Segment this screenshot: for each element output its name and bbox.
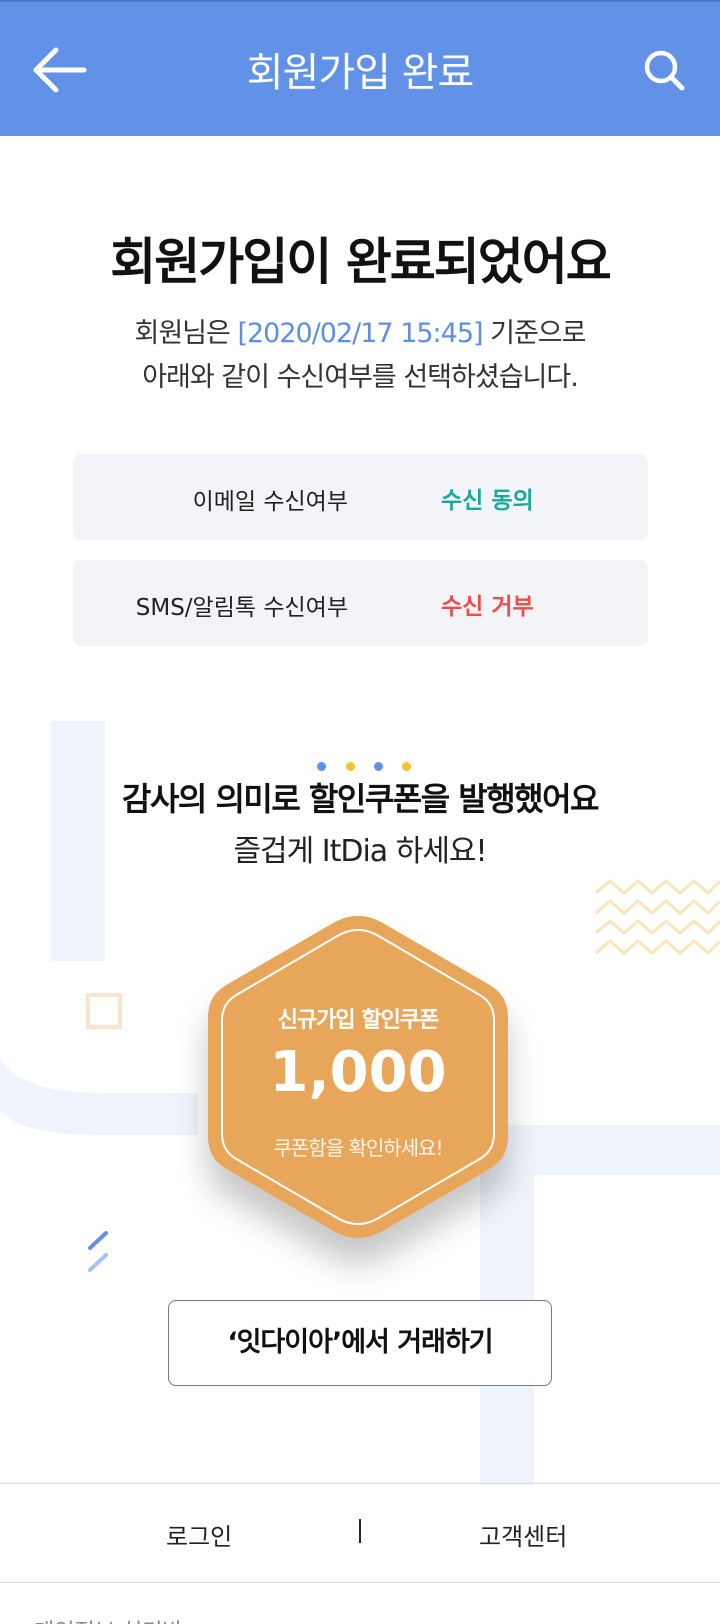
consent-description: 아래와 같이 수신여부를 선택하셨습니다.: [142, 362, 579, 393]
footer-divider-top: [0, 1483, 720, 1484]
top-app-bar: 회원가입 완료: [0, 0, 720, 136]
footer-separator: [359, 1519, 361, 1543]
decor-dot: [317, 762, 326, 771]
search-icon: [644, 50, 685, 91]
coupon-issued-heading: 감사의 의미로 할인쿠폰을 발행했어요: [122, 780, 599, 818]
signup-date: [2020/02/17 15:45]: [237, 318, 483, 349]
signup-timestamp-text: 회원님은 [2020/02/17 15:45] 기준으로: [0, 311, 720, 350]
coupon-note: 쿠폰함을 확인하세요!: [273, 1136, 444, 1160]
sms-consent-row: SMS/알림톡 수신여부 수신 거부: [73, 560, 648, 646]
email-consent-label: 이메일 수신여부: [192, 489, 348, 515]
subline-prefix: 회원님은: [134, 318, 238, 349]
search-button[interactable]: [640, 46, 690, 96]
footer-divider-bottom: [0, 1582, 720, 1583]
email-consent-row: 이메일 수신여부 수신 동의: [73, 454, 648, 540]
page-title: 회원가입 완료: [246, 50, 475, 96]
coupon-amount: 1,000: [269, 1040, 447, 1105]
coupon-title: 신규가입 할인쿠폰: [277, 1008, 440, 1033]
signup-complete-heading: 회원가입이 완료되었어요: [110, 233, 611, 291]
enjoy-message: 즐겁게 ItDia 하세요!: [233, 834, 487, 869]
signup-coupon-badge: 신규가입 할인쿠폰 1,000 쿠폰함을 확인하세요!: [198, 910, 518, 1250]
subline-suffix: 기준으로: [482, 318, 586, 349]
footer-login-link[interactable]: 로그인: [166, 1517, 232, 1552]
decor-dot: [374, 762, 383, 771]
sms-consent-label: SMS/알림톡 수신여부: [135, 595, 348, 621]
trade-on-itdia-button[interactable]: ‘잇다이아’에서 거래하기: [168, 1300, 552, 1386]
sms-consent-value: 수신 거부: [441, 594, 534, 620]
decor-dot: [402, 762, 411, 771]
footer-privacy-link[interactable]: 개인정보 처리방: [34, 1614, 183, 1624]
email-consent-value: 수신 동의: [441, 488, 534, 514]
decor-dot: [346, 762, 355, 771]
footer-support-link[interactable]: 고객센터: [479, 1517, 567, 1552]
